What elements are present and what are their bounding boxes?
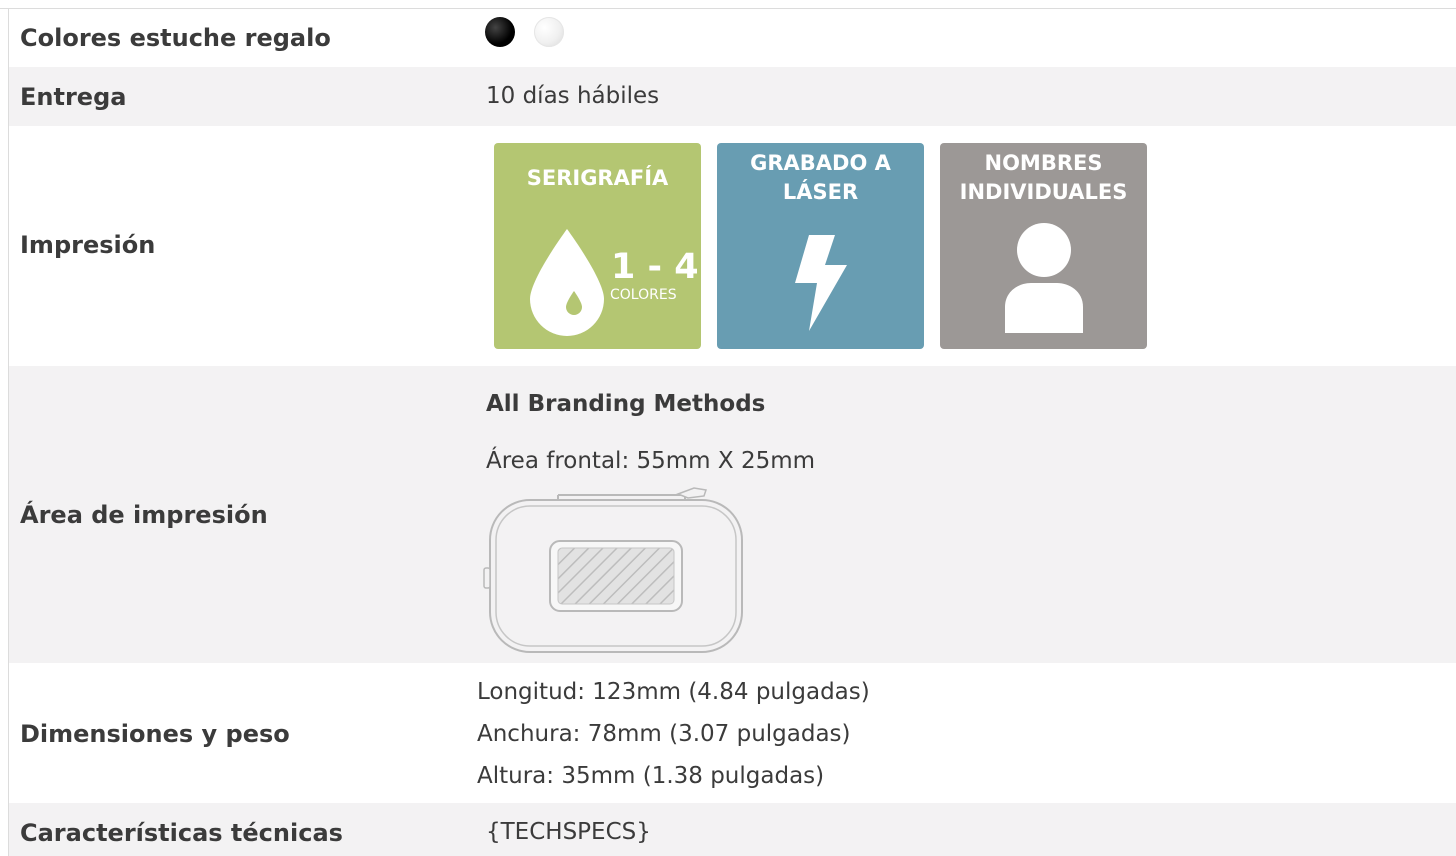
row-label: Colores estuche regalo <box>20 24 331 52</box>
color-count-label: COLORES <box>610 287 677 303</box>
ink-drop-icon <box>530 229 604 336</box>
method-tile-title: SERIGRAFÍA <box>526 166 669 190</box>
dimension-height: Altura: 35mm (1.38 pulgadas) <box>477 763 825 789</box>
method-tile-title: GRABADO A LÁSER <box>750 151 891 204</box>
color-swatch-white[interactable] <box>534 17 564 47</box>
branding-methods-heading: All Branding Methods <box>486 391 766 417</box>
person-icon <box>1005 223 1083 333</box>
color-swatch-black[interactable] <box>485 17 515 47</box>
row-label: Área de impresión <box>20 501 268 529</box>
row-label: Entrega <box>20 83 127 111</box>
delivery-value: 10 días hábiles <box>486 83 660 109</box>
row-label: Impresión <box>20 231 156 259</box>
row-label: Características técnicas <box>20 819 343 847</box>
tech-specs-value: {TECHSPECS} <box>486 819 651 845</box>
dimension-width: Anchura: 78mm (3.07 pulgadas) <box>477 721 851 747</box>
method-tile-serigrafia[interactable]: SERIGRAFÍA 1 - 4 COLORES <box>494 143 701 349</box>
front-area-text: Área frontal: 55mm X 25mm <box>486 448 816 474</box>
table-row-tech-specs: Características técnicas {TECHSPECS} <box>9 803 1456 856</box>
lightning-bolt-icon <box>795 235 847 331</box>
table-row-delivery: Entrega 10 días hábiles <box>9 67 1456 126</box>
color-count: 1 - 4 <box>611 247 699 287</box>
table-row-gift-box-colors: Colores estuche regalo <box>9 9 1456 67</box>
dimension-length: Longitud: 123mm (4.84 pulgadas) <box>477 679 870 705</box>
row-label: Dimensiones y peso <box>20 720 290 748</box>
method-tile-nombres-individuales[interactable]: NOMBRES INDIVIDUALES <box>940 143 1147 349</box>
method-tile-title: NOMBRES INDIVIDUALES <box>959 151 1128 204</box>
product-print-area-diagram <box>483 487 743 653</box>
method-tile-grabado-laser[interactable]: GRABADO A LÁSER <box>717 143 924 349</box>
